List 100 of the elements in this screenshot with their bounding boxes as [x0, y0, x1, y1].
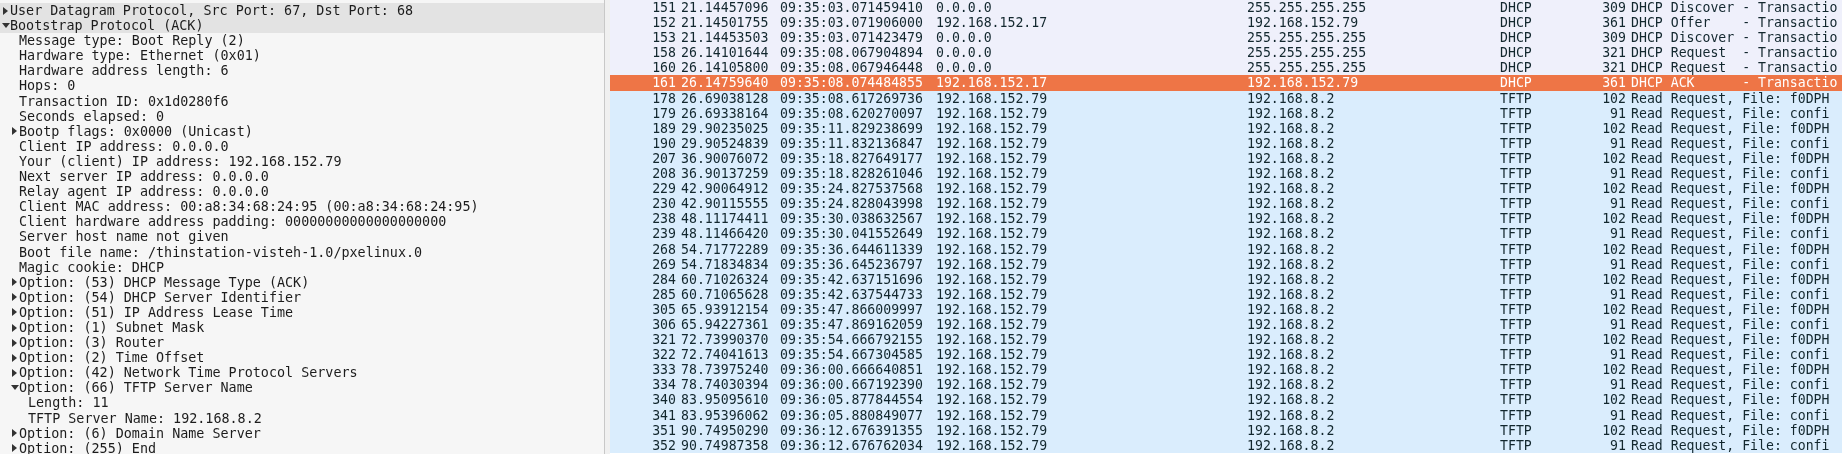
packet-info: Read Request, File: f0DPH — [1630, 181, 1831, 197]
tree-item[interactable]: Transaction ID: 0x1d0280f6 — [19, 93, 229, 109]
packet-row[interactable]: 238 48.11174411 09:35:30.038632567 192.168.152.79 192.168.8.2 TFTP 102 Read Request, File: f0DPH — [610, 211, 1842, 227]
tree-item[interactable]: Option: (3) Router — [19, 335, 165, 351]
tree-item[interactable]: Length: 11 — [28, 395, 109, 411]
packet-row[interactable]: 153 21.14453503 09:35:03.071423479 0.0.0.0 255.255.255.255 DHCP 309 DHCP Discover - Transactio — [610, 30, 1842, 46]
tree-item[interactable]: Boot file name: /thinstation-visteh-1.0/pxelinux.0 — [19, 244, 423, 260]
packet-row[interactable]: 334 78.74030394 09:36:00.667192390 192.168.152.79 192.168.8.2 TFTP 91 Read Request, File: confi — [610, 377, 1842, 393]
caret-icon[interactable] — [12, 293, 17, 302]
caret-icon[interactable] — [12, 353, 17, 362]
packet-absolute-time: 09:36:12.676391355 — [780, 422, 924, 438]
packet-destination: 192.168.8.2 — [1247, 362, 1336, 378]
tree-item[interactable]: Your (client) IP address: 192.168.152.79 — [19, 153, 342, 170]
packet-number: 284 — [651, 271, 676, 287]
packet-number: 208 — [651, 166, 676, 182]
packet-protocol: TFTP — [1500, 362, 1533, 378]
tree-item[interactable]: Message type: Boot Reply (2) — [19, 33, 245, 49]
tree-item[interactable]: Client hardware address padding: 00000000000000000000 — [19, 214, 447, 230]
packet-source: 192.168.152.79 — [936, 332, 1049, 348]
tree-item[interactable]: Option: (1) Subnet Mask — [19, 319, 205, 336]
tree-item[interactable]: Hardware address length: 6 — [19, 63, 229, 79]
packet-protocol: TFTP — [1500, 105, 1533, 121]
caret-icon[interactable] — [12, 338, 17, 347]
packet-length: 91 — [1609, 407, 1626, 423]
tree-item[interactable]: Seconds elapsed: 0 — [19, 108, 165, 124]
packet-time: 29.90524839 — [680, 135, 770, 151]
packet-source: 192.168.152.79 — [936, 271, 1049, 287]
tree-item[interactable]: Option: (51) IP Address Lease Time — [19, 304, 294, 320]
tree-item[interactable]: Client MAC address: 00:a8:34:68:24:95 (00:a8:34:68:24:95) — [19, 199, 479, 215]
packet-length: 102 — [1601, 241, 1626, 257]
caret-icon[interactable] — [12, 127, 17, 136]
packet-destination: 192.168.8.2 — [1247, 422, 1336, 438]
packet-row[interactable]: 158 26.14101644 09:35:08.067904894 0.0.0.0 255.255.255.255 DHCP 321 DHCP Request - Transactio — [610, 45, 1842, 61]
packet-protocol: TFTP — [1500, 286, 1533, 302]
packet-absolute-time: 09:35:47.869162059 — [780, 316, 924, 333]
caret-icon[interactable] — [12, 444, 17, 453]
packet-absolute-time: 09:35:11.832136847 — [780, 135, 924, 151]
packet-source: 192.168.152.79 — [936, 437, 1049, 453]
packet-number: 322 — [651, 347, 676, 363]
packet-info: Read Request, File: f0DPH — [1630, 90, 1831, 106]
packet-length: 102 — [1601, 150, 1626, 167]
packet-length: 102 — [1601, 120, 1626, 136]
tree-item[interactable]: Relay agent IP address: 0.0.0.0 — [19, 184, 269, 200]
packet-source: 192.168.152.79 — [936, 241, 1049, 257]
packet-protocol: TFTP — [1500, 271, 1533, 287]
packet-row[interactable]: 208 36.90137259 09:35:18.828261046 192.168.152.79 192.168.8.2 TFTP 91 Read Request, File: confi — [610, 166, 1842, 182]
packet-row[interactable]: 160 26.14105800 09:35:08.067946448 0.0.0.0 255.255.255.255 DHCP 321 DHCP Request - Transactio — [610, 60, 1842, 76]
caret-icon[interactable] — [12, 323, 17, 332]
packet-time: 42.90115555 — [680, 196, 770, 212]
packet-length: 102 — [1601, 362, 1626, 378]
packet-info: Read Request, File: f0DPH — [1630, 422, 1831, 438]
packet-protocol: TFTP — [1500, 332, 1533, 348]
tree-item[interactable]: TFTP Server Name: 192.168.8.2 — [28, 410, 262, 426]
tree-item[interactable]: Server host name not given — [19, 229, 229, 245]
caret-icon[interactable] — [12, 308, 17, 317]
packet-protocol: TFTP — [1500, 407, 1533, 423]
packet-row[interactable]: 230 42.90115555 09:35:24.828043998 192.168.152.79 192.168.8.2 TFTP 91 Read Request, File: confi — [610, 196, 1842, 212]
packet-row[interactable]: 333 78.73975240 09:36:00.666640851 192.168.152.79 192.168.8.2 TFTP 102 Read Request, File: f0DPH — [610, 362, 1842, 378]
tree-item[interactable]: Hops: 0 — [19, 78, 76, 94]
packet-source: 192.168.152.79 — [936, 120, 1049, 136]
packet-row[interactable]: 229 42.90064912 09:35:24.827537568 192.168.152.79 192.168.8.2 TFTP 102 Read Request, File: f0DPH — [610, 181, 1842, 197]
packet-row[interactable]: 321 72.73990370 09:35:54.666792155 192.168.152.79 192.168.8.2 TFTP 102 Read Request, File: f0DPH — [610, 332, 1842, 348]
packet-info: Read Request, File: confi — [1630, 226, 1831, 242]
packet-number: 179 — [651, 105, 676, 121]
packet-row[interactable]: 340 83.95095610 09:36:05.877844554 192.168.152.79 192.168.8.2 TFTP 102 Read Request, File: f0DPH — [610, 392, 1842, 408]
caret-icon[interactable] — [12, 278, 17, 287]
packet-number: 229 — [651, 181, 676, 197]
caret-icon[interactable] — [10, 385, 19, 391]
tree-item[interactable]: Client IP address: 0.0.0.0 — [19, 138, 229, 154]
caret-icon[interactable] — [12, 368, 17, 377]
packet-length: 102 — [1601, 181, 1626, 197]
packet-row[interactable]: 322 72.74041613 09:35:54.667304585 192.168.152.79 192.168.8.2 TFTP 91 Read Request, File: confi — [610, 347, 1842, 363]
tree-item[interactable]: Option: (66) TFTP Server Name — [19, 380, 253, 396]
tree-item[interactable]: Bootp flags: 0x0000 (Unicast) — [19, 123, 253, 139]
packet-info: Read Request, File: f0DPH — [1630, 332, 1831, 348]
tree-item[interactable]: Option: (53) DHCP Message Type (ACK) — [19, 274, 310, 290]
tree-item[interactable]: Option: (6) Domain Name Server — [19, 425, 261, 441]
caret-icon[interactable] — [3, 6, 8, 15]
packet-protocol: TFTP — [1500, 150, 1533, 167]
tree-item[interactable]: Option: (2) Time Offset — [19, 350, 205, 366]
tree-item[interactable]: Next server IP address: 0.0.0.0 — [19, 169, 269, 185]
packet-protocol: TFTP — [1500, 437, 1533, 453]
tree-item[interactable]: Option: (42) Network Time Protocol Servers — [19, 365, 358, 381]
tree-item[interactable]: Option: (54) DHCP Server Identifier — [19, 289, 302, 305]
packet-number: 269 — [651, 256, 676, 272]
packet-info: Read Request, File: f0DPH — [1630, 301, 1831, 317]
packet-source: 192.168.152.79 — [936, 392, 1049, 408]
tree-item[interactable]: Hardware type: Ethernet (0x01) — [19, 48, 261, 64]
caret-icon[interactable] — [1, 23, 10, 29]
packet-source: 192.168.152.79 — [936, 362, 1049, 378]
packet-row[interactable]: 151 21.14457096 09:35:03.071459410 0.0.0.0 255.255.255.255 DHCP 309 DHCP Discover - Transactio — [610, 0, 1842, 16]
tree-item[interactable]: Magic cookie: DHCP — [19, 259, 165, 275]
packet-row[interactable]: 152 21.14501755 09:35:03.071906000 192.168.152.17 192.168.152.79 DHCP 361 DHCP Offer - Transactio — [610, 15, 1842, 31]
packet-destination: 255.255.255.255 — [1247, 30, 1368, 46]
packet-source: 192.168.152.79 — [936, 407, 1049, 423]
packet-protocol: DHCP — [1500, 60, 1533, 76]
caret-icon[interactable] — [12, 429, 17, 438]
packet-row[interactable]: 239 48.11466420 09:35:30.041552649 192.168.152.79 192.168.8.2 TFTP 91 Read Request, File: confi — [610, 226, 1842, 242]
packet-length: 309 — [1601, 0, 1626, 16]
packet-protocol: TFTP — [1500, 377, 1533, 393]
